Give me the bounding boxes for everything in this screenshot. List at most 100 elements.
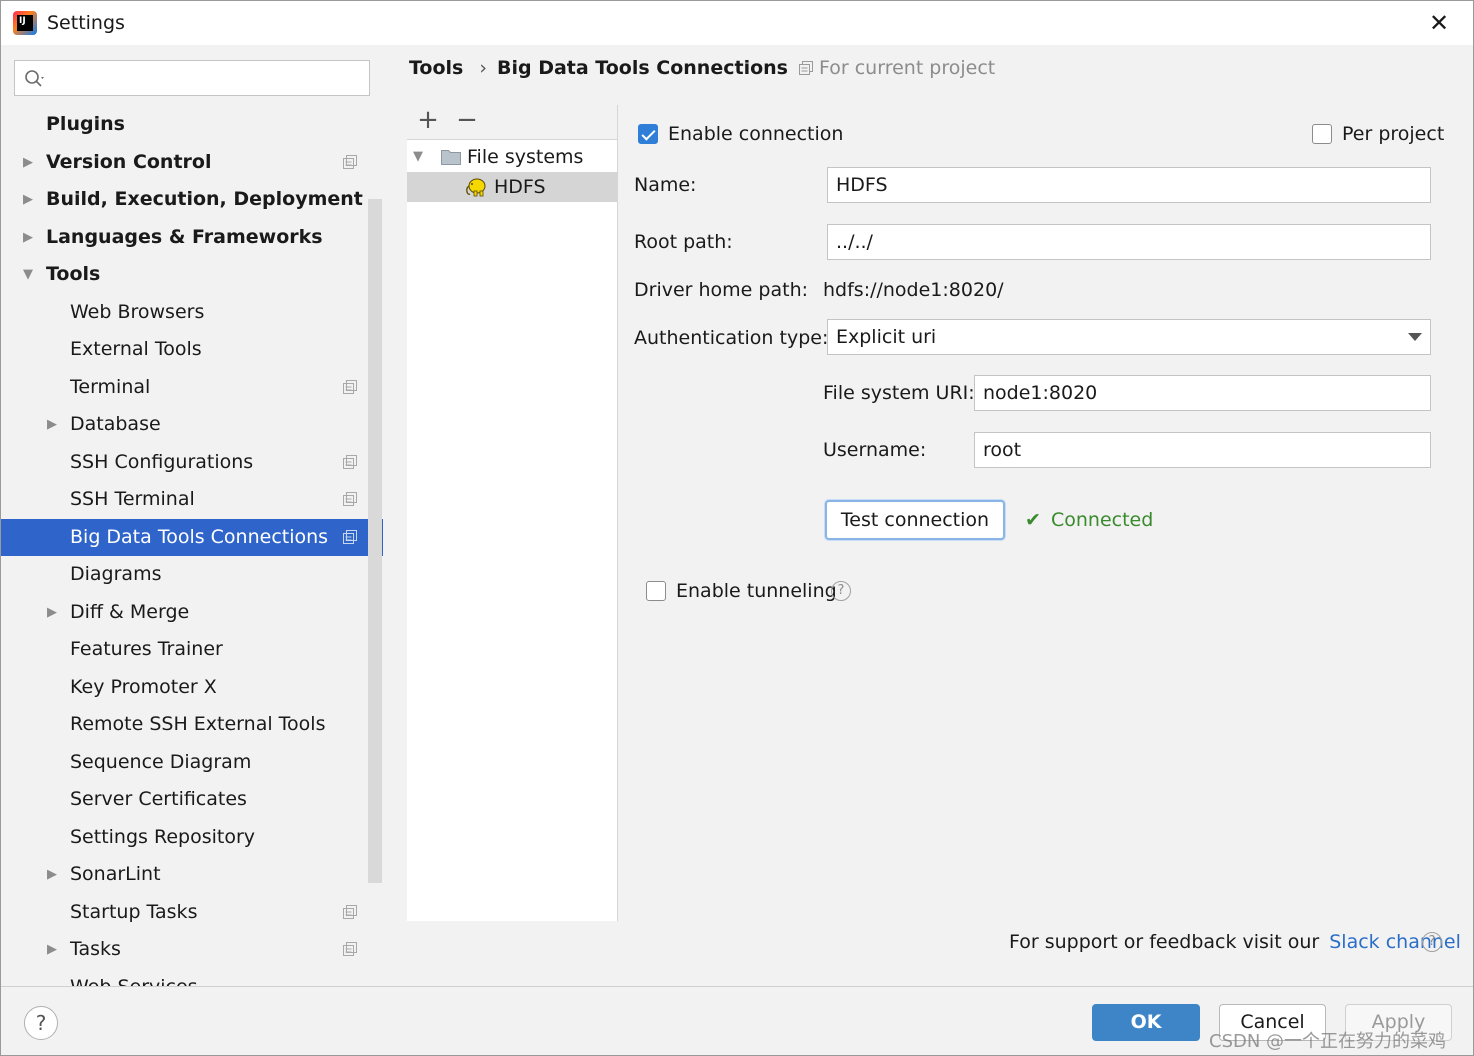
support-help-icon[interactable]: ?: [1422, 932, 1442, 952]
root-path-field[interactable]: ../../: [827, 224, 1431, 260]
auth-type-select[interactable]: Explicit uri: [827, 319, 1431, 355]
test-connection-button[interactable]: Test connection: [825, 500, 1005, 540]
project-scope-icon: [343, 529, 357, 544]
chevron-right-icon[interactable]: ▶: [23, 144, 33, 181]
sidebar-item-diff-merge[interactable]: ▶ Diff & Merge: [1, 594, 367, 631]
root-path-label: Root path:: [634, 231, 733, 253]
sidebar-item-label: Database: [70, 413, 161, 435]
list-item-file-systems[interactable]: ▼ File systems: [407, 142, 617, 172]
chevron-right-icon[interactable]: ▶: [47, 856, 57, 893]
project-scope-icon: [343, 492, 357, 506]
remove-connection-button[interactable]: −: [452, 105, 482, 135]
sidebar-item-key-promoter-x[interactable]: Key Promoter X: [1, 669, 367, 706]
sidebar-item-big-data-tools-connections[interactable]: Big Data Tools Connections: [1, 518, 383, 556]
sidebar-item-remote-ssh-external-tools[interactable]: Remote SSH External Tools: [1, 706, 367, 743]
sidebar-item-label: SSH Terminal: [70, 488, 195, 510]
sidebar-scrollbar[interactable]: [368, 199, 382, 883]
sidebar-item-label: SonarLint: [70, 863, 161, 885]
sidebar-item-label: Tasks: [70, 938, 121, 960]
sidebar-item-server-certificates[interactable]: Server Certificates: [1, 781, 367, 818]
project-scope-icon: [343, 454, 357, 469]
sidebar-item-label: Key Promoter X: [70, 675, 217, 698]
sidebar-item-startup-tasks[interactable]: Startup Tasks: [1, 894, 367, 931]
sidebar-item-ssh-terminal[interactable]: SSH Terminal: [1, 481, 367, 518]
sidebar-item-label: Diff & Merge: [70, 600, 190, 623]
sidebar-item-label: Terminal: [70, 375, 151, 398]
check-icon: ✔: [1025, 509, 1041, 531]
sidebar-item-terminal[interactable]: Terminal: [1, 369, 367, 406]
chevron-down-icon[interactable]: ▼: [413, 142, 423, 172]
sidebar-item-build-execution-deployment[interactable]: ▶ Build, Execution, Deployment: [1, 181, 367, 218]
sidebar-item-tasks[interactable]: ▶ Tasks: [1, 931, 367, 968]
settings-window: IJ Settings ✕ Plugins ▶ Version Control ▶ Bu…: [0, 0, 1474, 1056]
username-field[interactable]: root: [974, 432, 1431, 468]
username-label: Username:: [823, 439, 927, 461]
sidebar-item-label: Server Certificates: [70, 788, 247, 810]
support-message: For support or feedback visit our: [1009, 931, 1320, 953]
sidebar-item-tools[interactable]: ▼ Tools: [1, 256, 367, 293]
support-text: For support or feedback visit our Slack …: [1009, 931, 1461, 953]
sidebar-item-label: Build, Execution, Deployment: [46, 188, 363, 210]
name-label: Name:: [634, 174, 697, 196]
sidebar-item-sequence-diagram[interactable]: Sequence Diagram: [1, 744, 367, 781]
chevron-down-icon[interactable]: ▼: [23, 256, 33, 293]
driver-home-value: hdfs://node1:8020/: [823, 279, 1004, 301]
window-title: Settings: [47, 12, 125, 34]
breadcrumb-parent[interactable]: Tools: [409, 57, 463, 79]
settings-sidebar: Plugins ▶ Version Control ▶ Build, Execution…: [1, 45, 383, 987]
sidebar-item-label: Features Trainer: [70, 638, 223, 660]
sidebar-item-web-services[interactable]: Web Services: [1, 969, 367, 988]
breadcrumb-separator: ›: [479, 57, 487, 79]
enable-tunneling-label[interactable]: Enable tunneling: [676, 580, 837, 602]
sidebar-item-external-tools[interactable]: External Tools: [1, 331, 367, 368]
sidebar-item-label: Version Control: [46, 150, 212, 173]
close-icon[interactable]: ✕: [1425, 9, 1453, 37]
per-project-checkbox[interactable]: [1312, 124, 1332, 144]
sidebar-item-features-trainer[interactable]: Features Trainer: [1, 631, 367, 668]
ok-button[interactable]: OK: [1092, 1004, 1200, 1041]
connection-list: ▼ File systems HDFS: [407, 139, 617, 921]
sidebar-item-ssh-configurations[interactable]: SSH Configurations: [1, 444, 367, 481]
add-connection-button[interactable]: +: [413, 105, 443, 135]
tunneling-help-icon[interactable]: ?: [831, 581, 851, 601]
list-item-hdfs[interactable]: HDFS: [407, 172, 617, 202]
sidebar-item-plugins[interactable]: Plugins: [1, 106, 367, 143]
sidebar-item-settings-repository[interactable]: Settings Repository: [1, 819, 367, 856]
enable-connection-label[interactable]: Enable connection: [668, 123, 843, 145]
connection-status-text: Connected: [1050, 509, 1154, 531]
chevron-right-icon[interactable]: ▶: [47, 931, 57, 968]
scope-hint: For current project: [799, 57, 995, 79]
connection-list-toolbar: + −: [409, 105, 617, 139]
sidebar-item-label: Diagrams: [70, 563, 162, 585]
sidebar-item-database[interactable]: ▶ Database: [1, 406, 367, 443]
enable-tunneling-checkbox[interactable]: [646, 581, 666, 601]
per-project-label[interactable]: Per project: [1342, 123, 1444, 145]
fs-uri-field[interactable]: node1:8020: [974, 375, 1431, 411]
sidebar-item-languages-frameworks[interactable]: ▶ Languages & Frameworks: [1, 219, 367, 256]
sidebar-item-label: Tools: [46, 263, 101, 285]
name-field[interactable]: HDFS: [827, 167, 1431, 203]
auth-type-label: Authentication type:: [634, 327, 829, 349]
enable-connection-checkbox[interactable]: [638, 124, 658, 144]
sidebar-item-sonarlint[interactable]: ▶ SonarLint: [1, 856, 367, 893]
intellij-logo-icon: IJ: [13, 11, 37, 35]
sidebar-item-diagrams[interactable]: Diagrams: [1, 556, 367, 593]
search-input[interactable]: [14, 60, 370, 96]
sidebar-item-label: Settings Repository: [70, 825, 255, 848]
driver-home-label: Driver home path:: [634, 279, 809, 301]
chevron-right-icon[interactable]: ▶: [47, 594, 57, 631]
chevron-right-icon[interactable]: ▶: [23, 219, 33, 256]
sidebar-item-version-control[interactable]: ▶ Version Control: [1, 144, 367, 181]
project-scope-icon: [343, 154, 357, 169]
logo-text: IJ: [19, 16, 26, 26]
hadoop-elephant-icon: [466, 178, 486, 197]
sidebar-item-web-browsers[interactable]: Web Browsers: [1, 294, 367, 331]
scope-hint-text: For current project: [819, 57, 996, 79]
chevron-right-icon[interactable]: ▶: [47, 406, 57, 443]
sidebar-item-label: SSH Configurations: [70, 450, 254, 473]
help-button[interactable]: ?: [24, 1006, 58, 1040]
chevron-right-icon[interactable]: ▶: [23, 181, 33, 218]
project-scope-icon: [343, 379, 357, 394]
sidebar-item-label: Big Data Tools Connections: [70, 525, 329, 548]
watermark: CSDN @一个正在努力的菜鸡: [1209, 1031, 1447, 1052]
